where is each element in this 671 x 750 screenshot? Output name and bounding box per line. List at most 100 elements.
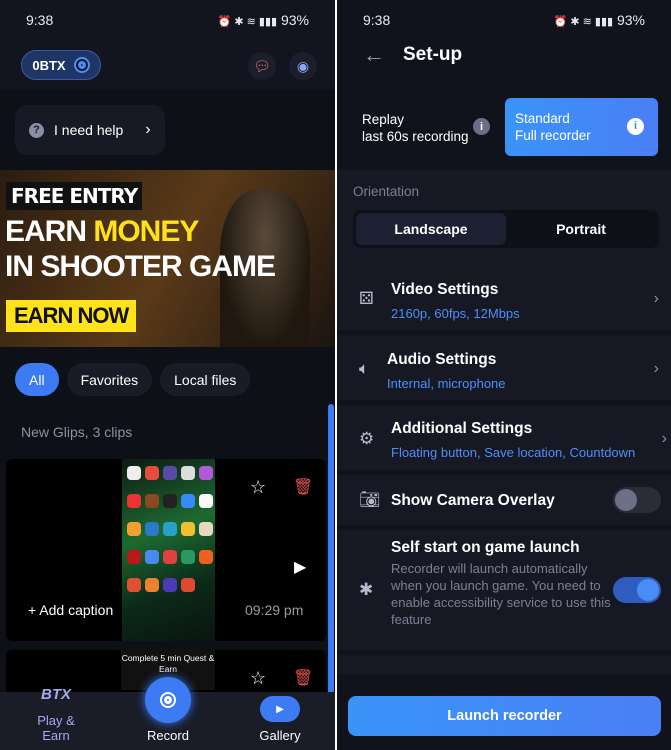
clock: 9:38	[26, 12, 54, 28]
star-icon[interactable]: ☆	[250, 668, 266, 689]
video-camera-icon: ✱	[359, 580, 374, 599]
app-icon	[199, 466, 213, 480]
trash-icon[interactable]: 🗑︎	[293, 668, 313, 688]
scrollbar[interactable]	[328, 404, 334, 694]
banner-headline: EARN MONEY	[5, 215, 199, 248]
app-icon	[127, 494, 141, 508]
gallery-icon: ▶	[260, 696, 300, 722]
banner-subline: IN SHOOTER GAME	[5, 250, 276, 283]
balance-pill[interactable]: 0BTX	[21, 50, 101, 80]
page-title: Set-up	[403, 44, 463, 65]
additional-settings-row[interactable]: ⚙ Additional Settings Floating button, S…	[337, 405, 671, 475]
app-icon	[181, 578, 195, 592]
camera-overlay-row: 📷︎ Show Camera Overlay	[337, 475, 671, 530]
add-caption-button[interactable]: + Add caption	[28, 602, 113, 618]
app-icon	[181, 522, 195, 536]
replay-mode-option[interactable]: Replay last 60s recording	[362, 111, 469, 145]
clip-time: 09:29 pm	[245, 602, 304, 618]
question-icon: ?	[29, 122, 44, 138]
back-arrow-icon[interactable]: ←	[363, 42, 385, 68]
setup-screen: 9:38 ⏰ ✱ ≋ ▮▮▮ 93% ← Set-up Replay last 6…	[337, 0, 671, 750]
coin-icon	[73, 57, 90, 73]
row-title: Show Camera Overlay	[391, 492, 555, 509]
banner-text: FREE ENTRY	[6, 182, 143, 210]
audio-settings-row[interactable]: 🔈︎ Audio Settings Internal, microphone ›	[337, 335, 671, 405]
row-subtitle: 2160p, 60fps, 12Mbps	[391, 306, 520, 321]
app-icon	[127, 578, 141, 592]
play-icon[interactable]: ▶	[294, 557, 306, 577]
chevron-right-icon: ›	[653, 360, 659, 377]
profile-icon[interactable]: ◉	[289, 52, 317, 80]
star-icon[interactable]: ☆	[250, 477, 266, 498]
app-icon	[163, 466, 177, 480]
info-icon[interactable]: i	[627, 118, 644, 135]
camera-overlay-toggle[interactable]	[613, 487, 661, 513]
row-subtitle: Internal, microphone	[387, 376, 506, 391]
nav-gallery[interactable]: ▶ Gallery	[252, 696, 308, 743]
row-title: Self start on game launch	[391, 539, 580, 556]
clip-thumbnail[interactable]	[122, 459, 215, 641]
row-title: Audio Settings	[387, 351, 497, 368]
chip-local-files[interactable]: Local files	[160, 363, 251, 396]
help-button[interactable]: ? I need help ›	[15, 105, 165, 155]
record-icon	[160, 692, 176, 708]
app-icon	[163, 494, 177, 508]
status-icons: ⏰ ✱ ≋ ▮▮▮ 93%	[217, 12, 309, 28]
app-icon	[163, 578, 177, 592]
nav-record[interactable]: Record	[140, 728, 196, 743]
balance-text: 0BTX	[32, 57, 66, 73]
chip-favorites[interactable]: Favorites	[66, 363, 153, 396]
app-icon	[199, 494, 213, 508]
app-icon	[127, 522, 141, 536]
dice-icon: ⚄	[359, 289, 374, 308]
clip-card[interactable]: ☆ 🗑︎ ▶ + Add caption 09:29 pm	[6, 459, 326, 641]
chevron-right-icon: ›	[145, 121, 151, 138]
chevron-right-icon: ›	[661, 430, 667, 447]
nav-play-earn[interactable]: BTX Play & Earn	[22, 686, 90, 743]
orientation-toggle: Landscape Portrait	[353, 210, 659, 248]
app-icon	[127, 550, 141, 564]
standard-mode-option[interactable]: Standard Full recorder i	[505, 98, 658, 156]
app-icon	[199, 522, 213, 536]
portrait-option[interactable]: Portrait	[506, 213, 656, 245]
chevron-right-icon: ›	[653, 290, 659, 307]
status-icons: ⏰ ✱ ≋ ▮▮▮ 93%	[553, 12, 645, 28]
app-icon	[145, 466, 159, 480]
trash-icon[interactable]: 🗑︎	[293, 477, 313, 497]
btx-logo-icon: BTX	[41, 686, 71, 703]
app-icon	[127, 466, 141, 480]
landscape-option[interactable]: Landscape	[356, 213, 506, 245]
app-icon	[199, 550, 213, 564]
section-heading: New Glips, 3 clips	[21, 424, 133, 440]
row-subtitle: Floating button, Save location, Countdow…	[391, 445, 636, 460]
self-start-row: ✱ Self start on game launch Recorder wil…	[337, 530, 671, 655]
info-icon[interactable]: i	[473, 118, 490, 135]
orientation-label: Orientation	[353, 184, 420, 199]
clips-screen: 9:38 ⏰ ✱ ≋ ▮▮▮ 93% 0BTX 💬︎ ◉ ? I need hel…	[0, 0, 335, 750]
app-icon	[145, 578, 159, 592]
earn-now-button[interactable]: EARN NOW	[6, 300, 137, 332]
status-bar: 9:38 ⏰ ✱ ≋ ▮▮▮ 93%	[0, 0, 335, 40]
promo-banner[interactable]: FREE ENTRY EARN MONEY IN SHOOTER GAME EA…	[0, 170, 335, 347]
app-icon	[145, 522, 159, 536]
chat-icon[interactable]: 💬︎	[248, 52, 276, 80]
app-icon	[181, 466, 195, 480]
row-description: Recorder will launch automatically when …	[391, 561, 611, 627]
bottom-bar: Launch recorder	[337, 674, 671, 750]
self-start-toggle[interactable]	[613, 577, 661, 603]
app-icon	[145, 550, 159, 564]
app-icon	[181, 494, 195, 508]
chip-all[interactable]: All	[15, 363, 59, 396]
row-title: Additional Settings	[391, 420, 533, 437]
app-icon	[181, 550, 195, 564]
help-label: I need help	[54, 122, 124, 138]
filter-chips: All Favorites Local files	[15, 363, 251, 396]
gear-icon: ⚙	[359, 429, 375, 448]
camera-icon: 📷︎	[359, 490, 381, 509]
record-button[interactable]	[145, 677, 191, 723]
app-icon	[163, 550, 177, 564]
video-settings-row[interactable]: ⚄ Video Settings 2160p, 60fps, 12Mbps ›	[337, 265, 671, 335]
status-bar: 9:38 ⏰ ✱ ≋ ▮▮▮ 93%	[337, 0, 671, 40]
launch-recorder-button[interactable]: Launch recorder	[348, 696, 661, 736]
app-icon	[145, 494, 159, 508]
